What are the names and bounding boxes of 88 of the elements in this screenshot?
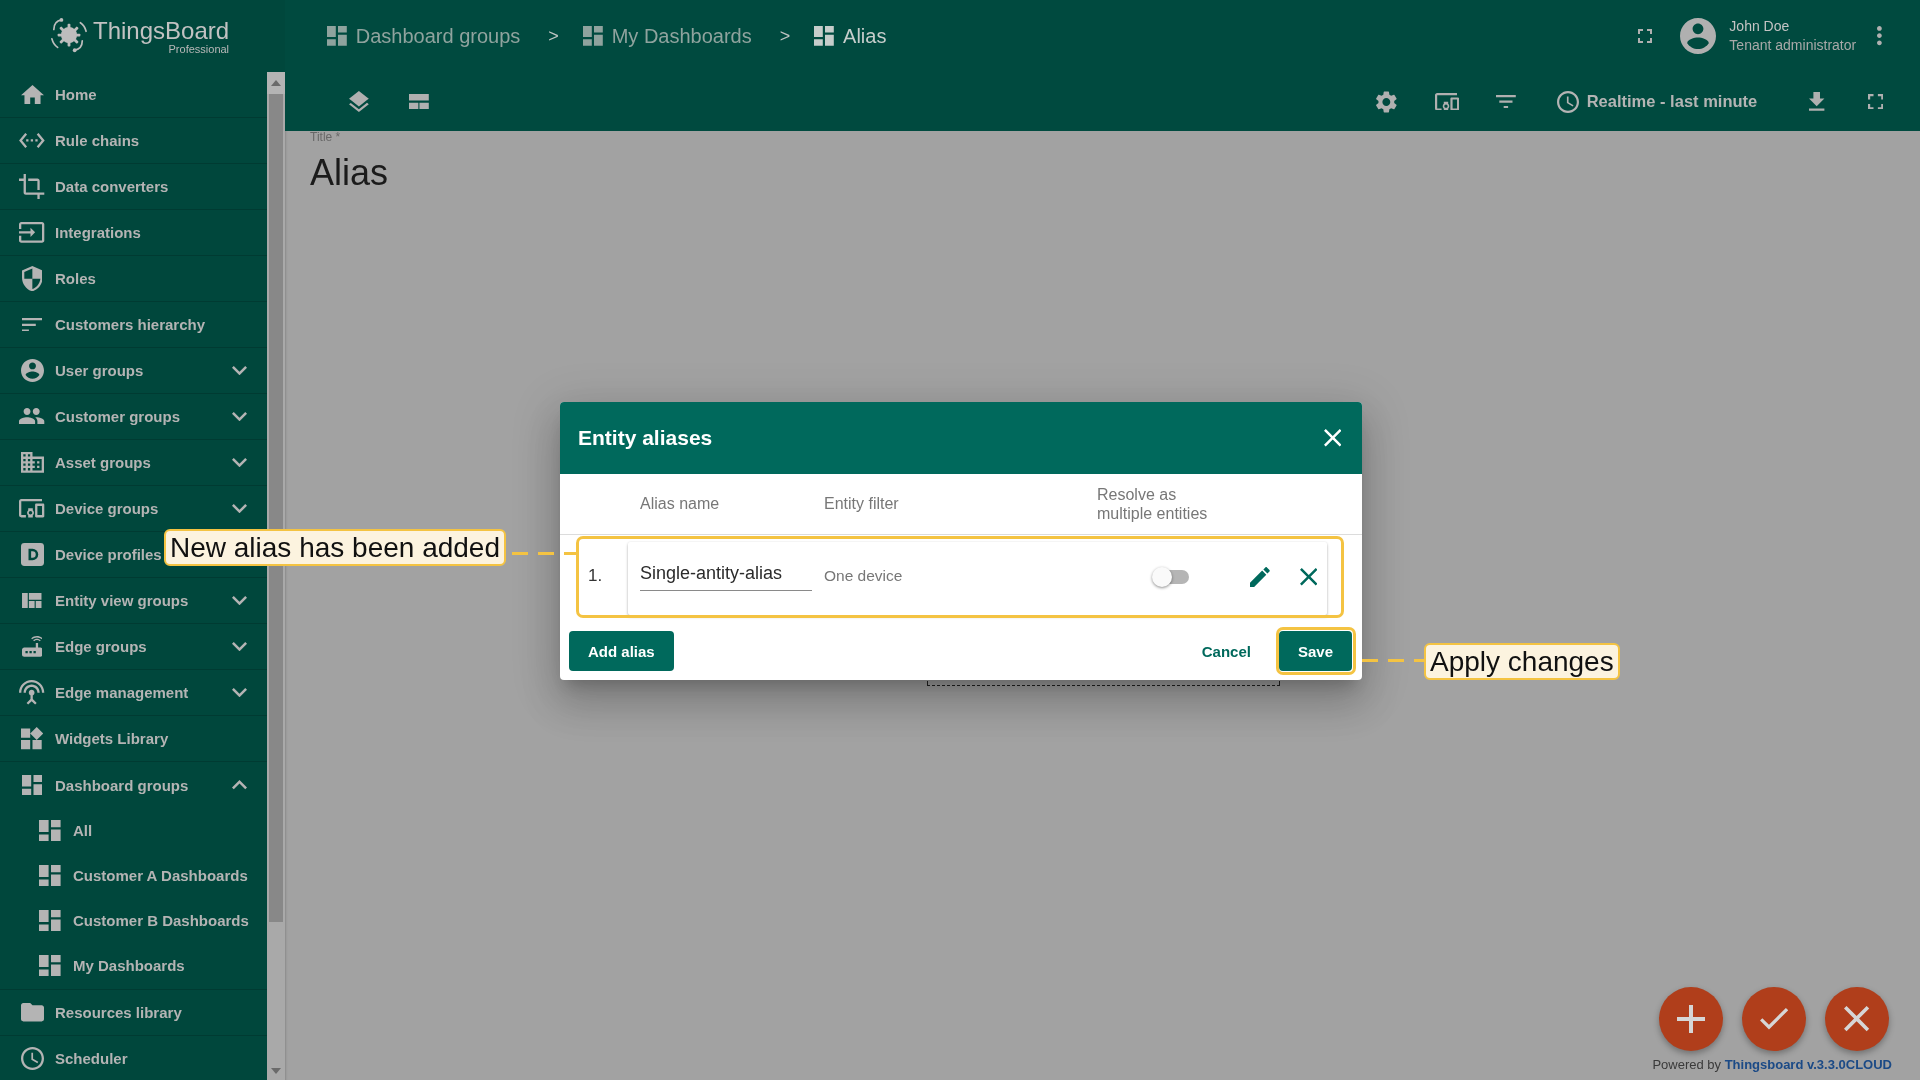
sort-lines-icon xyxy=(21,317,43,332)
timewindow-button[interactable]: Realtime - last minute xyxy=(1556,90,1758,113)
sidebar-item[interactable]: Integrations xyxy=(0,210,267,256)
annotation-tooltip: Apply changes xyxy=(1424,643,1620,680)
breadcrumb-separator: > xyxy=(548,25,559,47)
close-icon[interactable] xyxy=(1323,429,1341,447)
clock-icon xyxy=(20,1047,44,1070)
angle-brackets-icon xyxy=(19,133,45,148)
check-icon xyxy=(1759,1008,1789,1030)
title-label: Title * xyxy=(310,130,341,144)
breadcrumb-link[interactable]: My Dashboards xyxy=(582,24,752,48)
devices-icon[interactable] xyxy=(1434,92,1459,111)
breadcrumb-link[interactable]: Alias xyxy=(814,24,887,48)
fullscreen-icon[interactable] xyxy=(1867,93,1883,110)
column-header: Alias name xyxy=(640,495,721,513)
column-header: Resolve as multiple entities xyxy=(1097,485,1209,523)
dashboard-icon xyxy=(39,819,61,842)
dashboard-icon xyxy=(39,909,61,932)
input-arrow-icon xyxy=(19,222,45,243)
edit-icon[interactable] xyxy=(1250,567,1270,587)
shield-icon xyxy=(21,265,43,292)
sidebar-subitem[interactable]: Customer A Dashboards xyxy=(0,853,267,898)
home-icon xyxy=(20,84,44,105)
devices-icon xyxy=(19,499,45,518)
router-icon xyxy=(21,636,43,657)
annotation-tooltip: New alias has been added xyxy=(164,529,506,566)
more-icon[interactable] xyxy=(1877,26,1882,46)
folder-icon xyxy=(20,1003,44,1022)
sidebar-item[interactable]: Resources library xyxy=(0,990,267,1036)
download-icon[interactable] xyxy=(1809,92,1825,111)
breadcrumb-link[interactable]: Dashboard groups xyxy=(327,24,521,48)
discard-button[interactable] xyxy=(1825,987,1889,1051)
sidebar-item[interactable]: Dashboard groups xyxy=(0,762,267,808)
save-button[interactable]: Save xyxy=(1278,631,1352,671)
user-name: John Doe xyxy=(1729,17,1791,36)
sidebar-subitem[interactable]: My Dashboards xyxy=(0,943,267,988)
add-alias-button[interactable]: Add alias xyxy=(569,631,674,671)
dashboard-icon xyxy=(582,26,603,46)
dialog-title: Entity aliases xyxy=(578,426,713,450)
dashboard-icon xyxy=(21,774,43,796)
dashboard-icon xyxy=(814,26,835,46)
people-icon xyxy=(19,408,45,425)
close-icon xyxy=(1844,1006,1870,1032)
powered-by-text: Powered by Thingsboard v.3.3.0CLOUD xyxy=(1652,1057,1892,1072)
avatar-icon[interactable] xyxy=(1680,18,1717,54)
filter-icon[interactable] xyxy=(1495,94,1516,109)
clock-icon xyxy=(1556,90,1579,113)
antenna-icon xyxy=(19,680,45,705)
sidebar-subitem[interactable]: All xyxy=(0,808,267,853)
settings-icon[interactable] xyxy=(1376,90,1397,113)
sidebar-item[interactable]: Entity view groups xyxy=(0,578,267,624)
cancel-button[interactable]: Cancel xyxy=(1193,631,1259,671)
logo-icon xyxy=(50,18,88,54)
user-role: Tenant administrator xyxy=(1729,36,1857,55)
sidebar-item[interactable]: Customer groups xyxy=(0,394,267,440)
sidebar-item[interactable]: Roles xyxy=(0,256,267,302)
row-number: 1. xyxy=(587,566,604,586)
caret-up-icon[interactable] xyxy=(271,80,281,86)
version-link[interactable]: Thingsboard v.3.3.0CLOUD xyxy=(1724,1057,1892,1072)
sidebar-item[interactable]: User groups xyxy=(0,348,267,394)
sidebar-item[interactable]: Widgets Library xyxy=(0,716,267,762)
logo-subtitle: Professional xyxy=(168,43,230,56)
layout-icon[interactable] xyxy=(408,93,429,110)
sidebar-subitem[interactable]: Customer B Dashboards xyxy=(0,898,267,943)
apply-button[interactable] xyxy=(1742,987,1806,1051)
add-icon xyxy=(1677,1005,1705,1033)
sidebar-item[interactable]: Home xyxy=(0,72,267,118)
add-button[interactable] xyxy=(1659,987,1723,1051)
entity-filter-text: One device xyxy=(824,567,904,585)
widgets-icon xyxy=(20,727,44,750)
profile-badge-icon xyxy=(20,543,44,566)
fullscreen-icon[interactable] xyxy=(1638,29,1653,43)
column-header: Entity filter xyxy=(824,495,900,513)
dashboard-icon xyxy=(39,864,61,887)
close-icon[interactable] xyxy=(1299,568,1318,586)
sidebar-item[interactable]: Edge management xyxy=(0,670,267,716)
sidebar-item[interactable]: Data converters xyxy=(0,164,267,210)
breadcrumb-separator: > xyxy=(779,25,791,47)
dashboard-icon xyxy=(327,26,347,46)
alias-name-field[interactable]: Single-antity-alias xyxy=(640,556,812,591)
quilt-layout-icon xyxy=(22,593,42,608)
dashboard-icon xyxy=(39,954,61,977)
building-icon xyxy=(20,452,44,473)
sidebar-item[interactable]: Edge groups xyxy=(0,624,267,670)
sidebar-item[interactable]: Asset groups xyxy=(0,440,267,486)
layers-icon[interactable] xyxy=(349,91,369,112)
crop-icon xyxy=(19,173,45,200)
dashboard-title: Alias xyxy=(310,152,389,194)
